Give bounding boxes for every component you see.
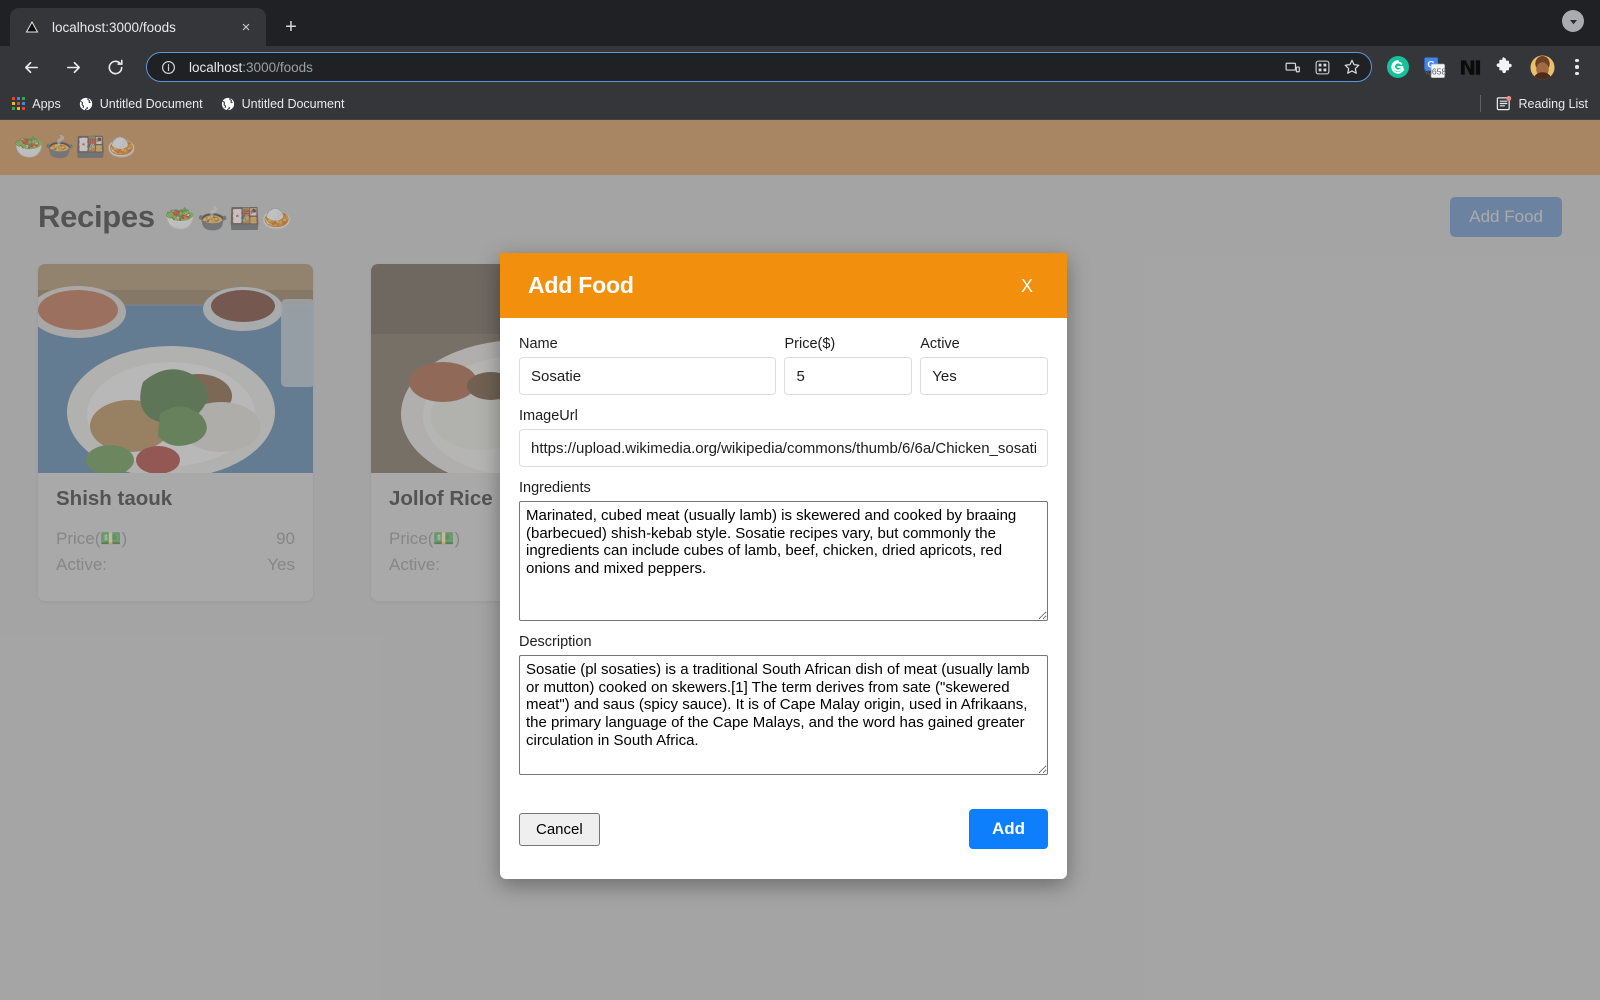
name-input[interactable] xyxy=(519,357,777,395)
forward-icon[interactable] xyxy=(57,51,89,83)
active-input[interactable] xyxy=(920,357,1049,395)
window-caret-down-icon[interactable] xyxy=(1562,10,1584,32)
tab-strip: localhost:3000/foods × + xyxy=(0,0,1600,46)
browser-tab[interactable]: localhost:3000/foods × xyxy=(10,8,266,46)
price-label: Price($) xyxy=(784,336,836,352)
apps-grid-icon xyxy=(12,96,26,111)
bookmarks-bar: Apps Untitled Document Untitled Document… xyxy=(0,88,1600,120)
bookmark-label: Apps xyxy=(32,96,61,111)
address-bar-url: localhost:3000/foods xyxy=(189,60,1275,75)
imageurl-label: ImageUrl xyxy=(519,408,578,424)
description-textarea[interactable]: Sosatie (pl sosaties) is a traditional S… xyxy=(519,655,1048,775)
ingredients-textarea[interactable]: Marinated, cubed meat (usually lamb) is … xyxy=(519,501,1048,621)
bookmark-untitled-document-1[interactable]: Untitled Document xyxy=(79,97,203,111)
back-icon[interactable] xyxy=(15,51,47,83)
description-field-group: Description Sosatie (pl sosaties) is a t… xyxy=(519,634,1048,775)
bookmark-apps[interactable]: Apps xyxy=(12,97,61,111)
name-label: Name xyxy=(519,336,558,352)
new-tab-button[interactable]: + xyxy=(276,12,306,42)
active-label: Active xyxy=(920,336,960,352)
svg-text:\u6587: \u6587 xyxy=(1424,66,1445,76)
globe-icon xyxy=(221,97,235,111)
bookmark-untitled-document-2[interactable]: Untitled Document xyxy=(221,96,345,111)
grammarly-extension-icon[interactable] xyxy=(1384,53,1412,81)
tab-title: localhost:3000/foods xyxy=(52,19,176,35)
imageurl-input[interactable] xyxy=(519,429,1048,467)
modal-body: Name Price($) Active ImageUrl Ingredient… xyxy=(500,318,1067,785)
reading-list-button[interactable]: Reading List xyxy=(1479,95,1589,112)
modal-footer: Cancel Add xyxy=(500,785,1067,879)
bookmark-star-icon[interactable] xyxy=(1339,54,1365,80)
qr-code-icon[interactable] xyxy=(1309,54,1335,80)
modal-header: Add Food X xyxy=(500,253,1067,318)
close-icon[interactable]: × xyxy=(236,17,256,37)
cancel-button[interactable]: Cancel xyxy=(519,812,600,846)
divider xyxy=(1479,95,1481,112)
triangle-favicon xyxy=(24,19,40,35)
ingredients-field-group: Ingredients Marinated, cubed meat (usual… xyxy=(519,480,1048,621)
price-input[interactable] xyxy=(784,357,913,395)
add-food-modal: Add Food X Name Price($) Active Ima xyxy=(500,253,1067,879)
site-info-icon[interactable] xyxy=(160,59,177,76)
profile-avatar[interactable] xyxy=(1528,53,1556,81)
modal-title: Add Food xyxy=(528,272,634,298)
add-button[interactable]: Add xyxy=(968,809,1048,849)
ingredients-label: Ingredients xyxy=(519,480,591,496)
url-path: :3000/foods xyxy=(242,59,313,75)
reload-icon[interactable] xyxy=(99,51,131,83)
price-field-group: Price($) xyxy=(784,336,913,395)
active-field-group: Active xyxy=(920,336,1049,395)
page-viewport: 🥗🍲🍱🍛 Recipes 🥗🍲🍱🍛 Add Food Shish taouk P… xyxy=(0,120,1600,1000)
reading-list-icon xyxy=(1495,95,1512,112)
puzzle-extensions-icon[interactable] xyxy=(1492,53,1520,81)
cast-icon[interactable] xyxy=(1279,54,1305,80)
chrome-menu-icon[interactable] xyxy=(1564,54,1590,80)
bookmark-label: Untitled Document xyxy=(99,96,203,111)
description-label: Description xyxy=(519,634,592,650)
close-icon[interactable]: X xyxy=(1015,273,1039,299)
globe-icon xyxy=(79,97,93,111)
google-translate-extension-icon[interactable]: G\u6587 xyxy=(1420,53,1448,81)
url-host: localhost xyxy=(189,59,243,75)
imageurl-field-group: ImageUrl xyxy=(519,408,1048,467)
browser-toolbar: localhost:3000/foods G\u6587 xyxy=(0,46,1600,88)
bookmark-label: Untitled Document xyxy=(241,96,345,111)
medium-extension-icon[interactable] xyxy=(1456,53,1484,81)
name-field-group: Name xyxy=(519,336,777,395)
reading-list-label: Reading List xyxy=(1518,96,1589,111)
browser-window: localhost:3000/foods × + localhost:3000/… xyxy=(0,0,1600,120)
form-row-primary: Name Price($) Active xyxy=(519,336,1049,395)
address-bar[interactable]: localhost:3000/foods xyxy=(146,52,1372,82)
